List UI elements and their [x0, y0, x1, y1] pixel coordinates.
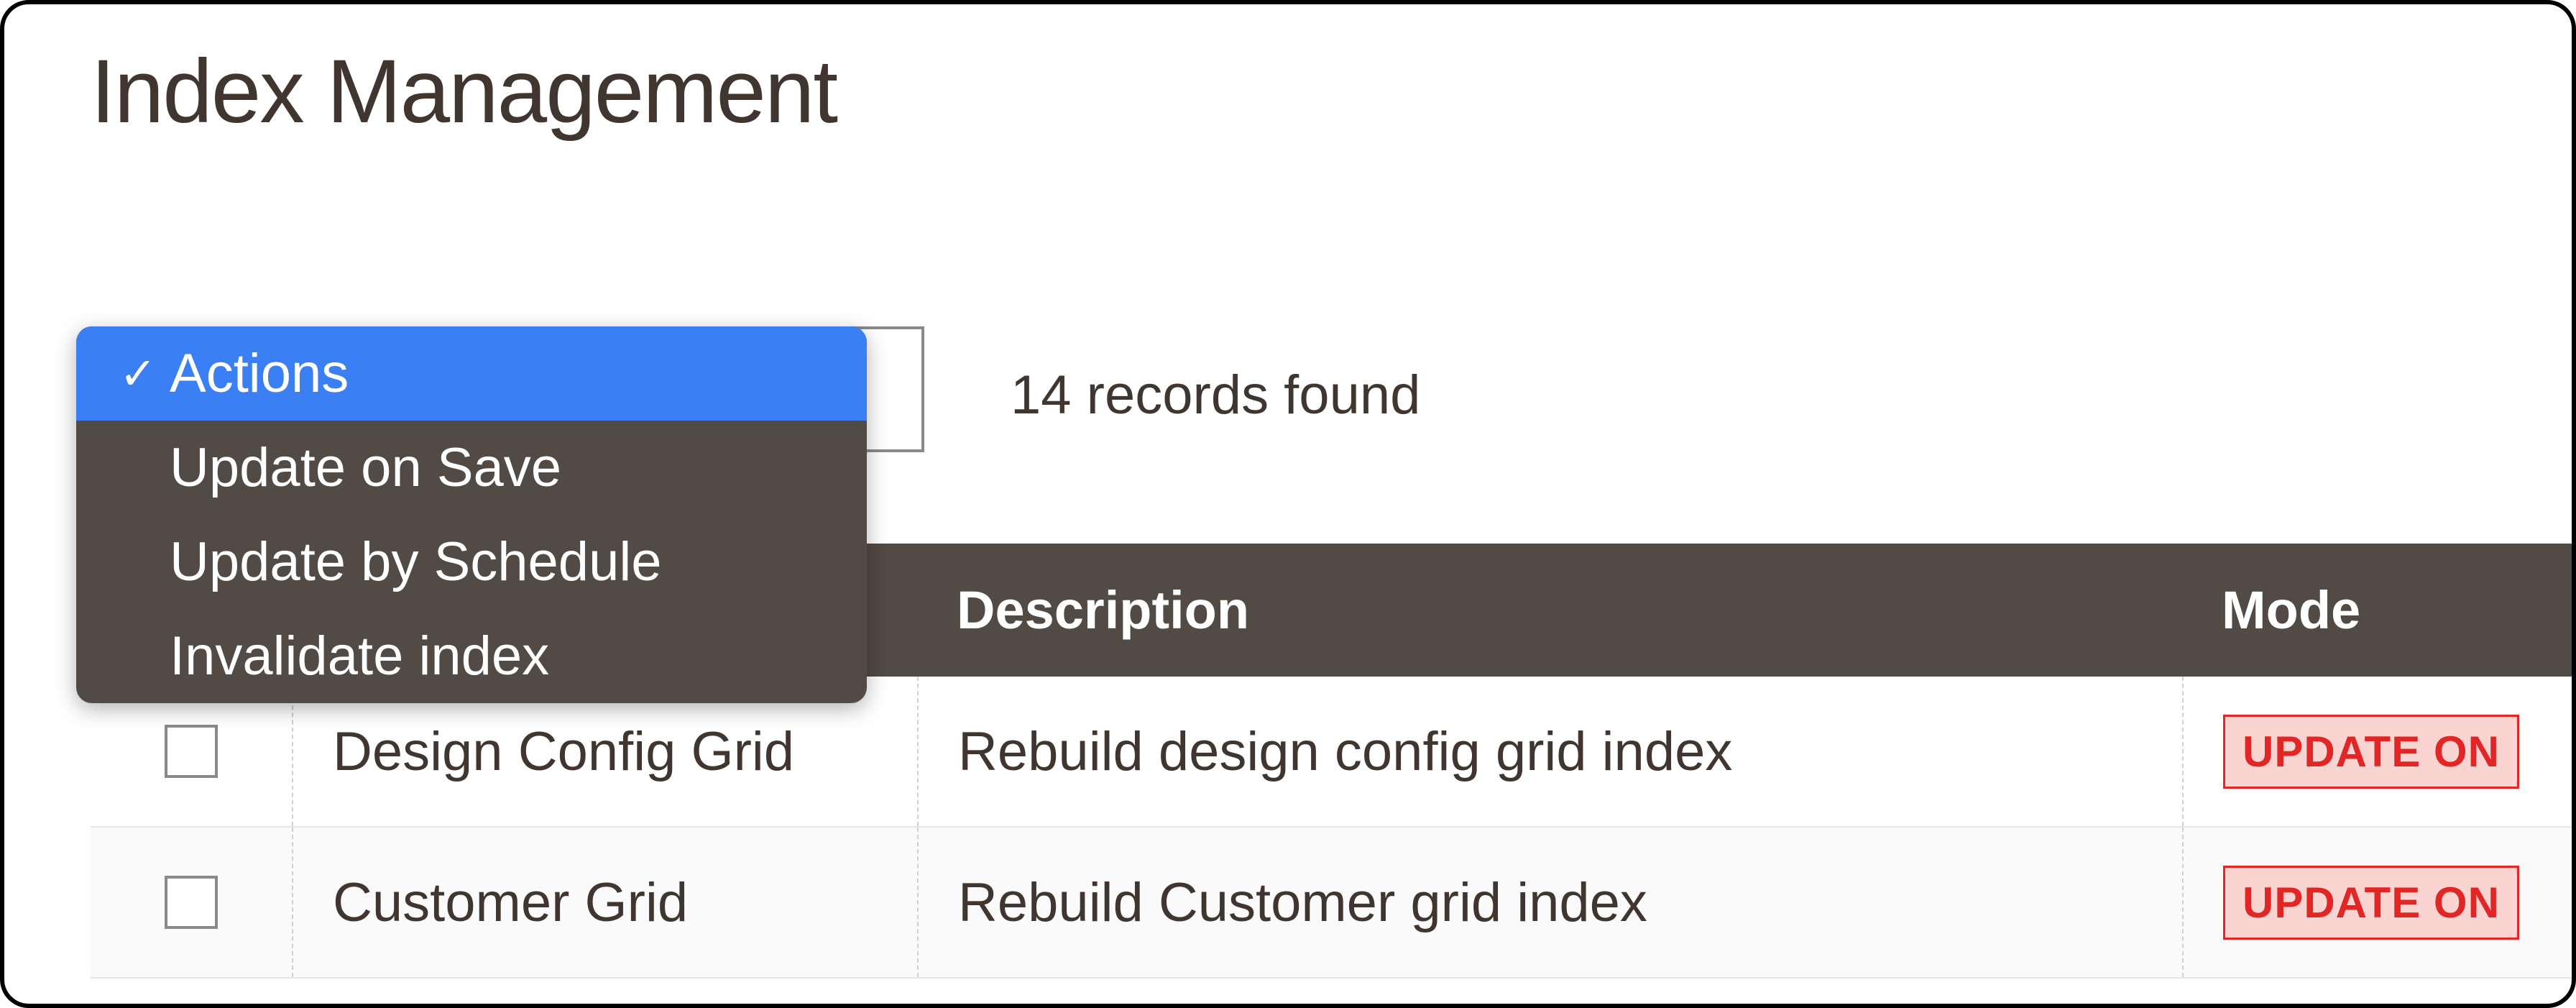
- check-icon: ✓: [119, 347, 170, 400]
- table-header-mode[interactable]: Mode: [2182, 579, 2572, 641]
- row-mode-cell: UPDATE ON: [2182, 828, 2572, 977]
- actions-dropdown[interactable]: ✓ Actions ✓ Update on Save ✓ Update by S…: [76, 326, 867, 703]
- actions-dropdown-item-invalidate-index[interactable]: ✓ Invalidate index: [76, 609, 867, 703]
- page-title: Index Management: [91, 40, 837, 143]
- dropdown-item-label: Invalidate index: [170, 625, 549, 687]
- table-header-description[interactable]: Description: [917, 579, 2182, 641]
- dropdown-item-label: Update on Save: [170, 436, 561, 499]
- records-found-label: 14 records found: [1011, 364, 1420, 426]
- actions-dropdown-item-actions[interactable]: ✓ Actions: [76, 326, 867, 421]
- dropdown-item-label: Actions: [170, 342, 349, 405]
- mode-badge: UPDATE ON: [2223, 866, 2519, 940]
- row-indexer: Customer Grid: [292, 828, 917, 977]
- row-description: Rebuild design config grid index: [917, 677, 2182, 826]
- actions-dropdown-item-update-by-schedule[interactable]: ✓ Update by Schedule: [76, 515, 867, 609]
- row-description: Rebuild Customer grid index: [917, 828, 2182, 977]
- mode-badge: UPDATE ON: [2223, 715, 2519, 789]
- row-checkbox[interactable]: [165, 876, 218, 929]
- row-checkbox[interactable]: [165, 725, 218, 778]
- row-mode-cell: UPDATE ON: [2182, 677, 2572, 826]
- dropdown-item-label: Update by Schedule: [170, 531, 661, 593]
- actions-dropdown-item-update-on-save[interactable]: ✓ Update on Save: [76, 421, 867, 515]
- table-row: Customer Grid Rebuild Customer grid inde…: [91, 828, 2572, 979]
